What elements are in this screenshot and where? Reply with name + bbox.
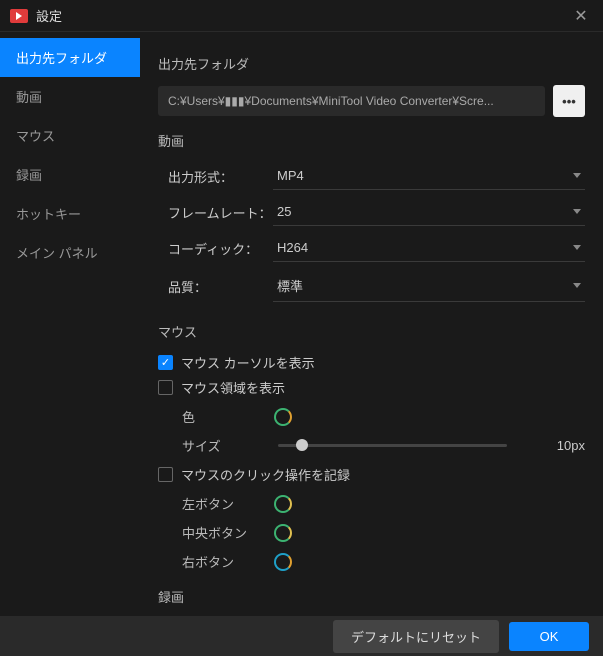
show-region-checkbox[interactable] — [158, 380, 173, 395]
close-button[interactable]: ✕ — [569, 4, 593, 28]
region-size-label: サイズ — [182, 436, 262, 455]
codec-select[interactable]: H264 — [273, 234, 585, 262]
framerate-select[interactable]: 25 — [273, 198, 585, 226]
ok-button[interactable]: OK — [509, 622, 589, 651]
region-size-value: 10px — [535, 438, 585, 453]
sidebar-item-hotkey[interactable]: ホットキー — [0, 194, 140, 233]
region-size-slider[interactable] — [278, 444, 507, 447]
show-cursor-checkbox[interactable] — [158, 355, 173, 370]
show-region-label: マウス領域を表示 — [181, 378, 285, 397]
window-title: 設定 — [36, 6, 569, 25]
output-path-field[interactable]: C:¥Users¥▮▮▮¥Documents¥MiniTool Video Co… — [158, 86, 545, 116]
section-title-output-folder: 出力先フォルダ — [158, 54, 585, 73]
slider-thumb[interactable] — [296, 439, 308, 451]
sidebar-item-output-folder[interactable]: 出力先フォルダ — [0, 38, 140, 77]
chevron-down-icon — [573, 245, 581, 250]
ellipsis-icon: ••• — [562, 94, 576, 109]
browse-button[interactable]: ••• — [553, 85, 585, 117]
right-button-label: 右ボタン — [182, 552, 262, 571]
format-label: 出力形式： — [168, 167, 273, 186]
sidebar: 出力先フォルダ 動画 マウス 録画 ホットキー メイン パネル — [0, 32, 140, 616]
chevron-down-icon — [573, 283, 581, 288]
chevron-down-icon — [573, 209, 581, 214]
codec-label: コーディック： — [168, 239, 273, 258]
region-color-picker[interactable] — [274, 408, 292, 426]
framerate-label: フレームレート： — [168, 203, 273, 222]
quality-select[interactable]: 標準 — [273, 270, 585, 302]
section-title-mouse: マウス — [158, 322, 585, 341]
reset-to-default-button[interactable]: デフォルトにリセット — [333, 620, 499, 653]
region-color-label: 色 — [182, 407, 262, 426]
middle-button-label: 中央ボタン — [182, 523, 262, 542]
record-click-label: マウスのクリック操作を記録 — [181, 465, 350, 484]
right-button-color-picker[interactable] — [274, 553, 292, 571]
sidebar-item-mouse[interactable]: マウス — [0, 116, 140, 155]
section-title-record: 録画 — [158, 587, 585, 606]
footer: デフォルトにリセット OK — [0, 616, 603, 656]
middle-button-color-picker[interactable] — [274, 524, 292, 542]
left-button-color-picker[interactable] — [274, 495, 292, 513]
quality-label: 品質： — [168, 277, 273, 296]
app-logo-icon — [10, 9, 28, 23]
sidebar-item-video[interactable]: 動画 — [0, 77, 140, 116]
record-click-checkbox[interactable] — [158, 467, 173, 482]
chevron-down-icon — [573, 173, 581, 178]
left-button-label: 左ボタン — [182, 494, 262, 513]
section-title-video: 動画 — [158, 131, 585, 150]
titlebar: 設定 ✕ — [0, 0, 603, 32]
show-cursor-label: マウス カーソルを表示 — [181, 353, 315, 372]
sidebar-item-main-panel[interactable]: メイン パネル — [0, 233, 140, 272]
main-panel: 出力先フォルダ C:¥Users¥▮▮▮¥Documents¥MiniTool … — [140, 32, 603, 616]
sidebar-item-record[interactable]: 録画 — [0, 155, 140, 194]
format-select[interactable]: MP4 — [273, 162, 585, 190]
